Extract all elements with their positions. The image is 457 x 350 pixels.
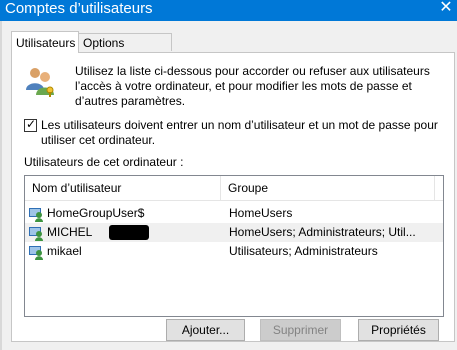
- group-cell: HomeUsers; Administrateurs; Util...: [229, 225, 416, 239]
- title-bar: Comptes d’utilisateurs ✕: [0, 0, 457, 21]
- tab-utilisateurs[interactable]: Utilisateurs: [11, 31, 79, 53]
- window-title: Comptes d’utilisateurs: [5, 0, 153, 17]
- column-header-username[interactable]: Nom d’utilisateur: [25, 176, 221, 200]
- properties-button[interactable]: Propriétés: [358, 319, 439, 341]
- table-row[interactable]: MICHEL HomeUsers; Administrateurs; Util.…: [25, 223, 443, 242]
- username-cell: HomeGroupUser$: [47, 206, 145, 220]
- username-cell: mikael: [47, 244, 82, 258]
- users-icon: [26, 68, 54, 97]
- listview-header: Nom d’utilisateur Groupe: [25, 176, 443, 201]
- group-cell: Utilisateurs; Administrateurs: [229, 244, 378, 258]
- delete-button[interactable]: Supprimer: [260, 319, 341, 341]
- tab-panel-utilisateurs: Utilisez la liste ci-dessous pour accord…: [11, 52, 455, 342]
- table-row[interactable]: HomeGroupUser$ HomeUsers: [25, 204, 443, 223]
- tab-options-avancees[interactable]: Options avancées: [78, 33, 172, 68]
- add-button[interactable]: Ajouter...: [166, 319, 245, 341]
- dialog-body: Utilisateurs Options avancées Utilisez l…: [0, 21, 457, 350]
- window-left-edge: [0, 21, 2, 350]
- user-icon: [29, 246, 43, 260]
- users-section-label: Utilisateurs de cet ordinateur :: [24, 155, 184, 169]
- user-icon: [29, 227, 43, 241]
- table-row[interactable]: mikael Utilisateurs; Administrateurs: [25, 242, 443, 261]
- column-header-group[interactable]: Groupe: [221, 176, 435, 200]
- check-icon: ✓: [26, 117, 37, 131]
- require-login-label[interactable]: Les utilisateurs doivent entrer un nom d…: [41, 118, 451, 148]
- tab-strip: Utilisateurs Options avancées: [11, 31, 451, 68]
- users-listview[interactable]: Nom d’utilisateur Groupe HomeGroupUser$ …: [24, 175, 444, 317]
- redaction-mark: [109, 225, 149, 240]
- user-icon: [29, 208, 43, 222]
- group-cell: HomeUsers: [229, 206, 293, 220]
- intro-text: Utilisez la liste ci-dessous pour accord…: [75, 64, 430, 108]
- close-icon[interactable]: ✕: [437, 0, 455, 17]
- require-login-checkbox[interactable]: ✓: [24, 117, 37, 132]
